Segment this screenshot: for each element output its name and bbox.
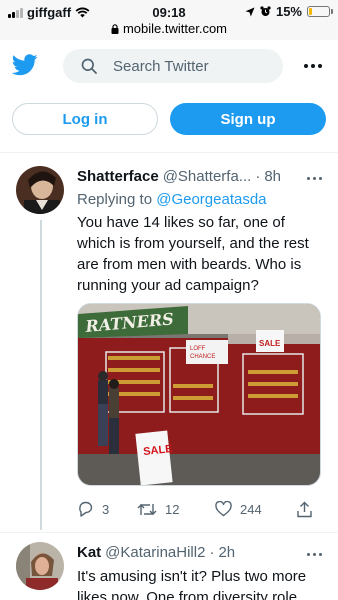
tweet-more-icon[interactable] <box>307 553 322 556</box>
replying-handle[interactable]: @Georgeatasda <box>156 191 266 208</box>
battery-icon <box>307 6 333 17</box>
twitter-bird-icon[interactable] <box>12 54 38 76</box>
share-button[interactable] <box>297 501 312 518</box>
separator: · <box>255 168 261 185</box>
search-placeholder: Search Twitter <box>113 57 209 75</box>
timestamp[interactable]: 8h <box>264 168 281 185</box>
tweet-header: Kat @KatarinaHill2 · 2h <box>77 544 235 561</box>
avatar[interactable] <box>16 166 64 214</box>
search-bar[interactable]: Search Twitter <box>63 49 283 83</box>
author-handle[interactable]: @Shatterfa... <box>163 168 252 185</box>
url-text: mobile.twitter.com <box>122 21 228 36</box>
divider <box>0 532 338 533</box>
poster-line-2: CHANCE <box>190 354 215 360</box>
share-icon <box>297 501 312 517</box>
location-icon <box>245 7 255 16</box>
signup-button[interactable]: Sign up <box>170 103 326 135</box>
lock-icon <box>111 23 119 34</box>
status-bar: giffgaff 09:18 mobile.twitter.com 15% <box>0 0 338 40</box>
tweet-actions: 3 12 244 <box>77 498 321 520</box>
tweet-text: You have 14 likes so far, one of which i… <box>77 214 309 294</box>
poster-line-1: LOFF <box>190 346 206 352</box>
reply-button[interactable]: 3 <box>77 501 137 518</box>
login-button[interactable]: Log in <box>12 103 158 135</box>
timestamp[interactable]: 2h <box>218 544 235 561</box>
tweet-image[interactable]: RATNERS LOFF CHANCE SALE SALE <box>77 303 321 486</box>
replying-to: Replying to @Georgeatasda <box>77 191 267 208</box>
like-button[interactable]: 244 <box>215 501 297 517</box>
status-right: 15% <box>245 4 333 19</box>
alarm-icon <box>260 6 271 16</box>
author-name[interactable]: Shatterface <box>77 168 159 185</box>
address-bar[interactable]: mobile.twitter.com <box>0 21 338 36</box>
battery-percent: 15% <box>275 4 302 19</box>
battery-fill <box>309 8 312 15</box>
heart-icon <box>215 501 232 517</box>
ratners-shop-photo: RATNERS LOFF CHANCE SALE SALE <box>78 304 320 485</box>
reply-icon <box>79 501 93 517</box>
replying-prefix: Replying to <box>77 191 153 208</box>
avatar[interactable] <box>16 542 64 590</box>
top-navigation: Search Twitter <box>0 40 338 92</box>
author-name[interactable]: Kat <box>77 544 101 561</box>
author-handle[interactable]: @KatarinaHill2 <box>105 544 205 561</box>
retweet-button[interactable]: 12 <box>137 502 215 517</box>
thread-line <box>40 220 42 530</box>
retweet-count: 12 <box>165 501 180 517</box>
sale-banner-top: SALE <box>259 339 281 348</box>
more-icon[interactable] <box>304 64 322 68</box>
tweet-header: Shatterface @Shatterfa... · 8h <box>77 168 281 185</box>
like-count: 244 <box>240 501 262 517</box>
separator: · <box>209 544 215 561</box>
retweet-icon <box>137 503 157 515</box>
search-icon <box>81 58 97 74</box>
tweet-text: It's amusing isn't it? Plus two more lik… <box>77 568 307 600</box>
reply-count: 3 <box>102 501 110 517</box>
tweet-more-icon[interactable] <box>307 177 322 180</box>
divider <box>0 152 338 153</box>
